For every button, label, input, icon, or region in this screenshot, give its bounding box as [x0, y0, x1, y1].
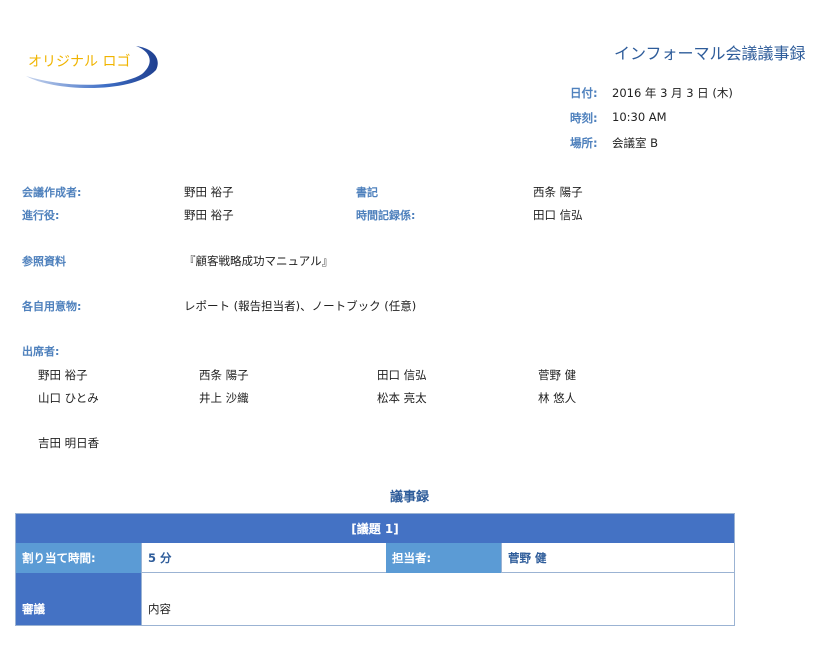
discussion-value[interactable]: 内容 [141, 573, 734, 625]
reference-value: 『顧客戦略成功マニュアル』 [184, 254, 334, 268]
facilitator-value: 野田 裕子 [184, 208, 234, 222]
attendee-name: 山口 ひとみ [38, 391, 99, 405]
allotted-time-label: 割り当て時間: [16, 543, 141, 573]
reference-label: 参照資料 [22, 255, 66, 268]
attendee-name: 野田 裕子 [38, 368, 88, 382]
logo-text: オリジナル ロゴ [28, 54, 131, 70]
facilitator-label: 進行役: [22, 209, 60, 222]
minutes-heading: 議事録 [390, 490, 430, 505]
presenter-value: 菅野 健 [501, 543, 734, 573]
agenda-title: [議題 1] [16, 514, 734, 543]
time-label: 時刻: [570, 111, 598, 125]
attendees-label: 出席者: [22, 345, 60, 358]
bring-label: 各自用意物: [22, 300, 82, 313]
document-title: インフォーマル会議議事録 [614, 44, 806, 63]
allotted-time-value: 5 分 [141, 543, 386, 573]
date-value: 2016 年 3 月 3 日 (木) [612, 86, 733, 100]
place-label: 場所: [570, 136, 598, 150]
bring-value: レポート (報告担当者)、ノートブック (任意) [184, 299, 417, 313]
attendee-name: 西条 陽子 [199, 368, 249, 382]
secretary-value: 西条 陽子 [533, 185, 583, 199]
place-value: 会議室 B [612, 136, 659, 150]
creator-label: 会議作成者: [22, 186, 82, 199]
time-value: 10:30 AM [612, 110, 667, 124]
attendee-name: 井上 沙織 [199, 391, 249, 405]
timekeeper-label: 時間記録係: [356, 209, 416, 222]
attendee-name: 田口 信弘 [377, 368, 427, 382]
timekeeper-value: 田口 信弘 [533, 208, 583, 222]
discussion-label: 審議 [16, 573, 141, 625]
attendee-name: 松本 亮太 [377, 391, 427, 405]
attendee-name: 林 悠人 [538, 391, 577, 405]
agenda-table: [議題 1] 割り当て時間: 5 分 担当者: 菅野 健 審議 内容 [15, 513, 735, 626]
attendee-name: 菅野 健 [538, 368, 577, 382]
secretary-label: 書記 [356, 186, 378, 199]
creator-value: 野田 裕子 [184, 185, 234, 199]
presenter-label: 担当者: [386, 543, 501, 573]
date-label: 日付: [570, 86, 598, 100]
attendee-name: 吉田 明日香 [38, 436, 100, 450]
